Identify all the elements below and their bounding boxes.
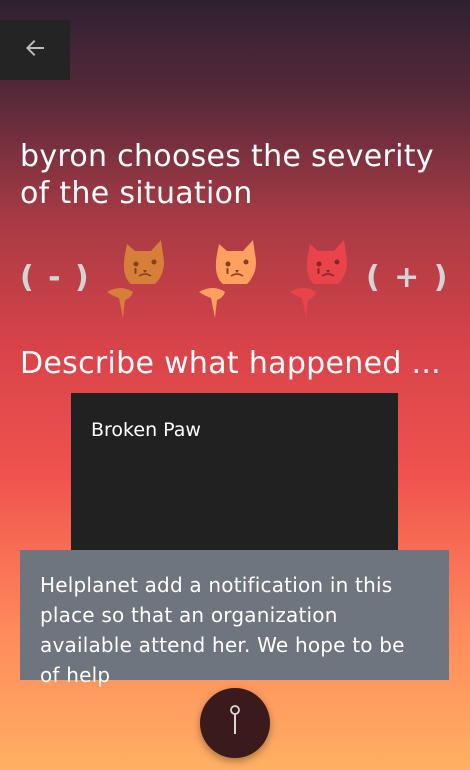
injured-cat-icon xyxy=(199,240,256,318)
pin-location-button[interactable] xyxy=(200,688,270,758)
pin-icon xyxy=(225,703,245,743)
severity-level-2[interactable] xyxy=(195,236,267,322)
description-input[interactable]: Broken Paw xyxy=(71,393,398,553)
severity-level-1[interactable] xyxy=(103,236,175,322)
severity-decrease-label[interactable]: ( - ) xyxy=(20,260,91,295)
back-button[interactable] xyxy=(0,20,70,80)
severity-increase-label[interactable]: ( + ) xyxy=(366,260,449,295)
page-title: byron chooses the severity of the situat… xyxy=(20,139,434,211)
injured-cat-icon xyxy=(290,240,347,318)
describe-heading: Describe what happened ... xyxy=(20,346,442,381)
severity-level-3[interactable] xyxy=(286,236,358,322)
arrow-left-icon xyxy=(23,36,47,64)
injured-cat-icon xyxy=(107,240,164,318)
description-text: Broken Paw xyxy=(91,419,201,441)
notification-toast: Helplanet add a notification in this pla… xyxy=(20,550,449,687)
notification-text: Helplanet add a notification in this pla… xyxy=(40,573,405,687)
severity-selector: ( - ) (+) xyxy=(0,236,470,326)
